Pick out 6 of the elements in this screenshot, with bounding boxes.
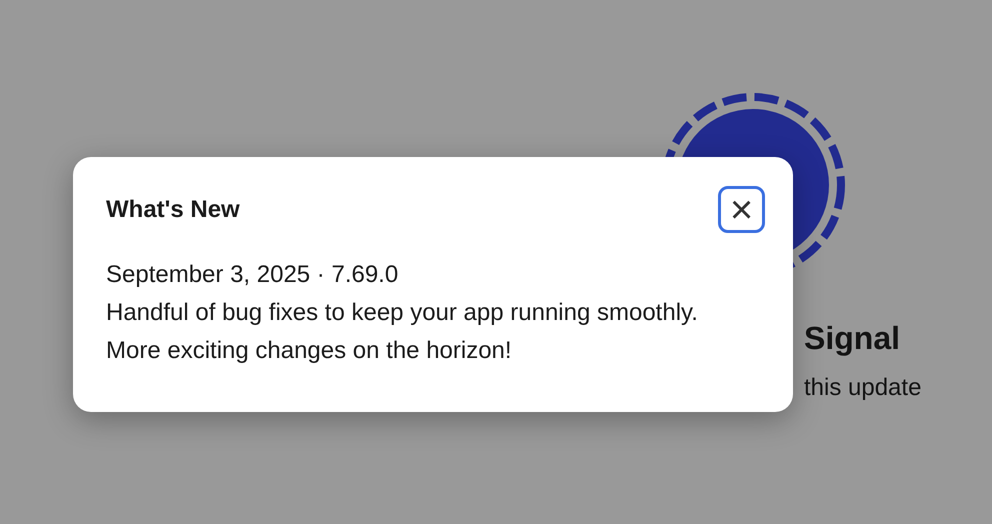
release-line: September 3, 2025 · 7.69.0 [106, 260, 400, 290]
background-title: Signal [804, 320, 902, 356]
dialog-title: What's New [106, 194, 240, 224]
background-subtitle: this update [804, 374, 922, 402]
release-notes: Handful of bug fixes to keep your app running smoothly. More exciting changes on the horizon! [106, 298, 699, 366]
close-button[interactable]: × [718, 186, 765, 233]
